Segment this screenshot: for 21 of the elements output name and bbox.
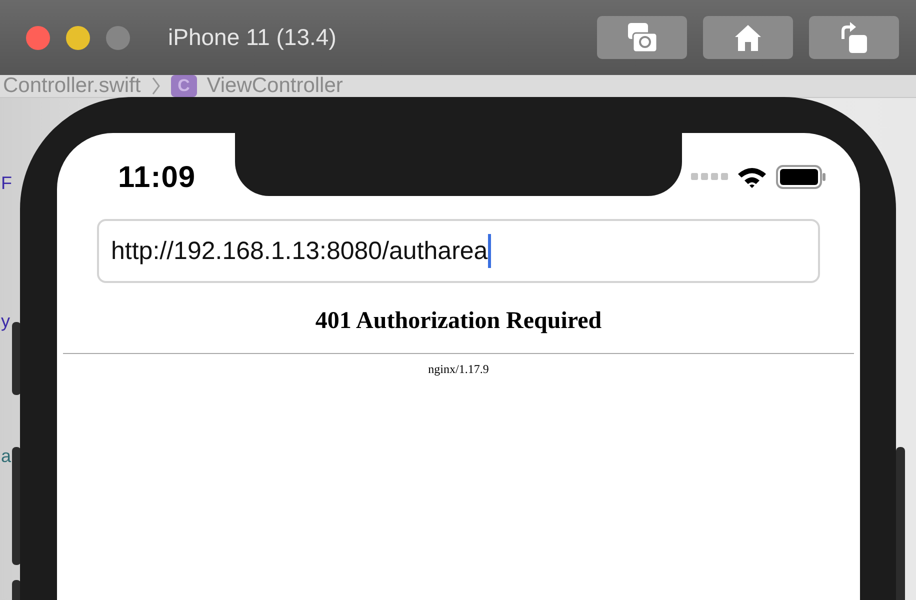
breadcrumb-item[interactable]: Controller.swift — [3, 74, 141, 98]
breadcrumb-item[interactable]: ViewController — [206, 74, 343, 98]
wifi-icon — [737, 166, 767, 188]
screenshot-button[interactable] — [597, 16, 687, 59]
error-heading: 401 Authorization Required — [314, 308, 603, 335]
code-text: F — [1, 173, 12, 194]
code-text: a — [1, 446, 12, 467]
close-button[interactable] — [26, 26, 50, 50]
camera-icon — [625, 20, 659, 54]
server-version: nginx/1.17.9 — [427, 362, 490, 377]
chevron-icon — [150, 77, 161, 95]
signal-icon — [691, 173, 728, 181]
status-time: 11:09 — [118, 161, 196, 195]
minimize-button[interactable] — [66, 26, 90, 50]
class-badge: C — [170, 75, 197, 97]
rotate-button[interactable] — [809, 16, 899, 59]
code-text: y — [1, 311, 10, 332]
home-button[interactable] — [703, 16, 793, 59]
url-field[interactable]: http://192.168.1.13:8080/autharea — [97, 219, 820, 283]
battery-icon — [776, 165, 826, 189]
window-title: iPhone 11 (13.4) — [168, 24, 338, 51]
